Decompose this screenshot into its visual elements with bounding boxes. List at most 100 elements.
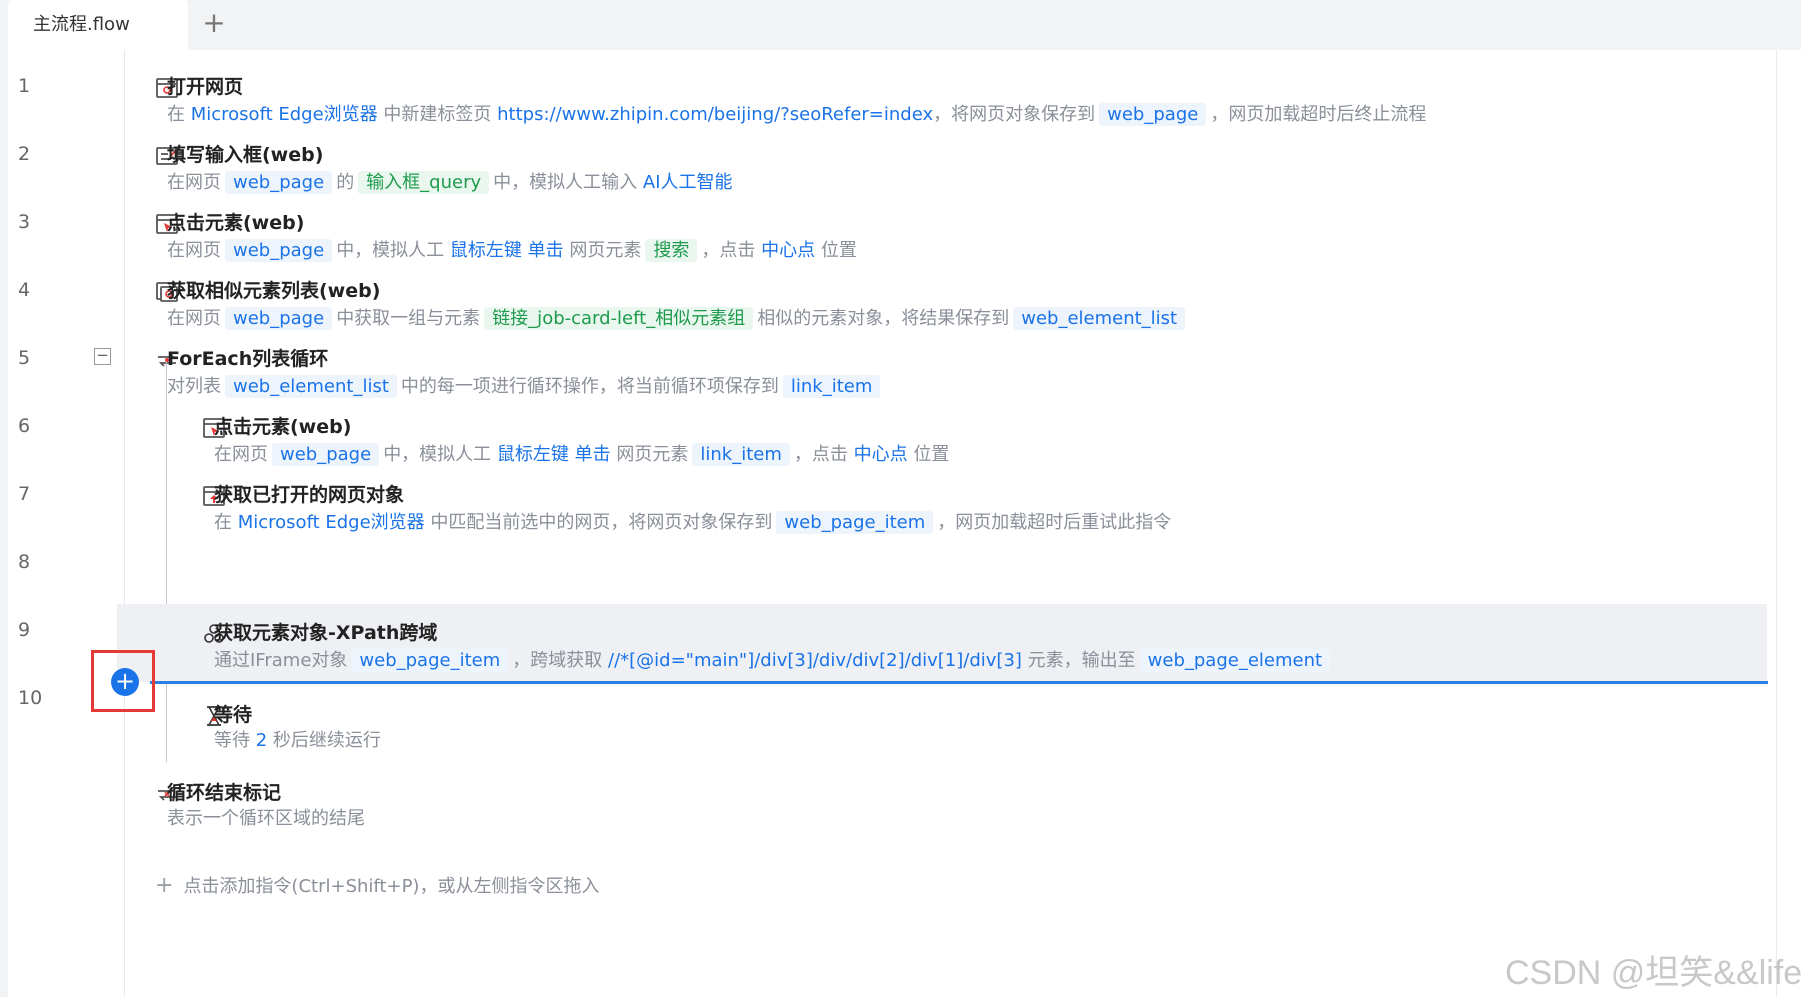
- variable-chip[interactable]: web_page: [272, 443, 380, 466]
- step-desc: 等待 2 秒后继续运行: [214, 728, 381, 754]
- desc-keyword: AI人工智能: [642, 172, 733, 193]
- desc-keyword: 鼠标左键: [496, 444, 569, 465]
- line-number: 3: [18, 211, 31, 233]
- desc-text: 位置: [815, 240, 857, 261]
- desc-text: ，网页加载超时后重试此指令: [937, 512, 1172, 533]
- line-number: 2: [18, 143, 31, 165]
- step-title: 获取相似元素列表(web): [167, 280, 381, 302]
- element-chip[interactable]: 链接_job-card-left_相似元素组: [484, 307, 754, 330]
- line-number: 7: [18, 483, 31, 505]
- step-desc: 在 Microsoft Edge浏览器 中匹配当前选中的网页，将网页对象保存到 w…: [214, 510, 1171, 536]
- step-click-link-item[interactable]: 点击元素(web) 在网页 web_page 中，模拟人工 鼠标左键 单击 网页元素…: [117, 398, 1767, 476]
- step-xpath-cross-domain[interactable]: 获取元素对象-XPath跨域 通过IFrame对象 web_page_item ，跨…: [117, 604, 1767, 682]
- desc-text: 在网页: [167, 308, 221, 329]
- element-chip[interactable]: 搜索: [645, 239, 698, 262]
- step-title: 点击元素(web): [167, 212, 305, 234]
- desc-keyword: 中心点: [761, 240, 816, 261]
- step-desc: 在 Microsoft Edge浏览器 中新建标签页 https://www.z…: [167, 102, 1426, 128]
- variable-chip[interactable]: web_page: [225, 171, 333, 194]
- step-title: 获取元素对象-XPath跨域: [214, 622, 438, 644]
- step-title: 获取已打开的网页对象: [214, 484, 405, 506]
- variable-chip[interactable]: link_item: [782, 375, 881, 398]
- desc-text: 中，模拟人工: [383, 444, 497, 465]
- collapse-loop-button[interactable]: −: [94, 348, 111, 365]
- tab-bar: 主流程.flow +: [0, 0, 1801, 50]
- step-title: 循环结束标记: [167, 782, 282, 804]
- step-loop-end[interactable]: 循环结束标记 表示一个循环区域的结尾: [117, 764, 1767, 842]
- desc-text: 相似的元素对象，将结果保存到: [757, 308, 1010, 329]
- variable-chip[interactable]: web_page_item: [351, 649, 509, 672]
- variable-chip[interactable]: web_page: [225, 307, 333, 330]
- watermark: CSDN @坦笑&&life: [1505, 954, 1801, 992]
- desc-text: ，将网页对象保存到: [933, 104, 1096, 125]
- desc-text: 中，模拟人工: [336, 240, 450, 261]
- insert-position-line: [150, 681, 1768, 684]
- desc-text: 在: [167, 104, 191, 125]
- desc-text: 通过IFrame对象: [214, 650, 348, 671]
- variable-chip[interactable]: web_page_element: [1139, 649, 1331, 672]
- step-title: 打开网页: [167, 76, 244, 98]
- desc-keyword: 单击: [574, 444, 611, 465]
- step-open-webpage[interactable]: 打开网页 在 Microsoft Edge浏览器 中新建标签页 https://…: [117, 58, 1767, 136]
- desc-text: 等待: [214, 730, 256, 751]
- step-foreach-loop[interactable]: ForEach列表循环 对列表 web_element_list 中的每一项进行循环…: [117, 330, 1767, 408]
- desc-text: 中匹配当前选中的网页，将网页对象保存到: [424, 512, 773, 533]
- element-chip[interactable]: 输入框_query: [358, 171, 490, 194]
- desc-keyword: 鼠标左键: [449, 240, 522, 261]
- desc-text: 在网页: [167, 172, 221, 193]
- desc-text: 网页元素: [610, 444, 689, 465]
- variable-chip[interactable]: web_element_list: [225, 375, 397, 398]
- variable-chip[interactable]: web_page: [1099, 103, 1207, 126]
- variable-chip[interactable]: web_element_list: [1013, 307, 1186, 330]
- step-desc: 在网页 web_page 中，模拟人工 鼠标左键 单击 网页元素 link_item，…: [214, 442, 949, 468]
- desc-text: 在: [214, 512, 238, 533]
- desc-text: 中，模拟人工输入: [493, 172, 643, 193]
- desc-text: ，点击: [793, 444, 854, 465]
- desc-text: 秒后继续运行: [267, 730, 381, 751]
- tab-main-flow[interactable]: 主流程.flow: [8, 0, 188, 50]
- desc-keyword: 单击: [527, 240, 564, 261]
- step-wait[interactable]: 等待 等待 2 秒后继续运行: [117, 686, 1767, 764]
- right-panel-edge: [1776, 50, 1801, 997]
- desc-keyword: 中心点: [853, 444, 908, 465]
- step-desc: 表示一个循环区域的结尾: [167, 806, 365, 832]
- desc-text: ，网页加载超时后终止流程: [1210, 104, 1427, 125]
- variable-chip[interactable]: link_item: [692, 443, 790, 466]
- line-number: 10: [18, 687, 43, 709]
- step-click-element[interactable]: 点击元素(web) 在网页 web_page 中，模拟人工 鼠标左键 单击 网页元素…: [117, 194, 1767, 272]
- add-tab-button[interactable]: +: [198, 8, 230, 40]
- desc-text: 对列表: [167, 376, 221, 397]
- step-desc: 在网页 web_page 的输入框_query 中，模拟人工输入 AI人工智能: [167, 170, 733, 196]
- step-fill-input[interactable]: 填写输入框(web) 在网页 web_page 的输入框_query 中，模拟人工输入…: [117, 126, 1767, 204]
- step-get-similar-elements[interactable]: 获取相似元素列表(web) 在网页 web_page 中获取一组与元素 链接_job-…: [117, 262, 1767, 340]
- desc-text: 元素，输出至: [1021, 650, 1136, 671]
- step-title: 等待: [214, 704, 253, 726]
- desc-text: 中新建标签页: [377, 104, 498, 125]
- desc-keyword: Microsoft Edge浏览器: [190, 104, 378, 125]
- line-number: 6: [18, 415, 31, 437]
- step-title: 点击元素(web): [214, 416, 352, 438]
- step-desc: 在网页 web_page 中，模拟人工 鼠标左键 单击 网页元素 搜索 ，点击 中心点 …: [167, 238, 857, 264]
- desc-text: 表示一个循环区域的结尾: [167, 808, 365, 829]
- add-command-hint[interactable]: + 点击添加指令(Ctrl+Shift+P)，或从左侧指令区拖入: [155, 872, 599, 898]
- desc-keyword: 2: [255, 730, 268, 751]
- desc-text: 中获取一组与元素: [336, 308, 481, 329]
- desc-keyword: https://www.zhipin.com/beijing/?seoRefer…: [497, 104, 934, 125]
- plus-icon: +: [155, 873, 174, 898]
- step-get-opened-page[interactable]: 获取已打开的网页对象 在 Microsoft Edge浏览器 中匹配当前选中的网…: [117, 466, 1767, 544]
- line-number: 4: [18, 279, 31, 301]
- step-title: ForEach列表循环: [167, 348, 329, 370]
- desc-text: ，跨域获取: [512, 650, 608, 671]
- desc-keyword: Microsoft Edge浏览器: [237, 512, 425, 533]
- step-desc: 在网页 web_page 中获取一组与元素 链接_job-card-left_相似元素…: [167, 306, 1189, 332]
- line-number: 8: [18, 551, 31, 573]
- line-number: 5: [18, 347, 31, 369]
- desc-text: 位置: [907, 444, 950, 465]
- variable-chip[interactable]: web_page_item: [776, 511, 934, 534]
- desc-text: 在网页: [214, 444, 268, 465]
- desc-text: 中的每一项进行循环操作，将当前循环项保存到: [400, 376, 779, 397]
- add-command-hint-text: 点击添加指令(Ctrl+Shift+P)，或从左侧指令区拖入: [183, 876, 600, 897]
- tab-label: 主流程.flow: [33, 14, 130, 35]
- desc-text: ，点击: [701, 240, 762, 261]
- variable-chip[interactable]: web_page: [225, 239, 333, 262]
